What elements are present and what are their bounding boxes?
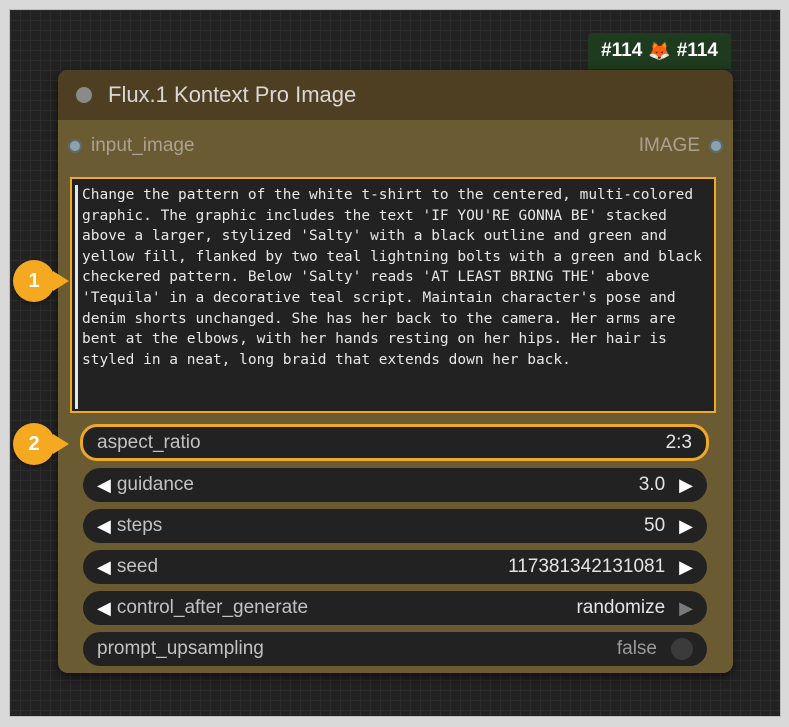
prompt-textarea[interactable]: Change the pattern of the white t-shirt … — [70, 177, 716, 413]
node-title: Flux.1 Kontext Pro Image — [108, 82, 357, 107]
aspect-ratio-label: aspect_ratio — [97, 431, 201, 453]
guidance-value: 3.0 — [638, 474, 666, 495]
output-slot-dot-icon[interactable] — [709, 139, 723, 153]
seed-decrement-icon[interactable]: ◀ — [97, 557, 111, 578]
node-id-left: #114 — [601, 40, 643, 61]
prompt-upsampling-value: false — [616, 638, 657, 659]
callout-2: 2 — [13, 423, 69, 465]
input-slot-dot-icon[interactable] — [68, 139, 82, 153]
node-header[interactable]: Flux.1 Kontext Pro Image — [58, 70, 733, 120]
seed-label: seed — [116, 556, 159, 577]
output-slot-label: IMAGE — [638, 135, 700, 156]
collapse-dot-icon[interactable] — [76, 87, 92, 103]
node-id-badge: #114 🦊 #114 — [588, 33, 731, 69]
node-id-right: #114 — [676, 40, 718, 61]
guidance-decrement-icon[interactable]: ◀ — [97, 475, 111, 496]
callout-1: 1 — [13, 260, 69, 302]
flux-kontext-node[interactable]: Flux.1 Kontext Pro Image input_image IMA… — [58, 70, 733, 673]
aspect-ratio-value: 2:3 — [665, 431, 692, 453]
toggle-knob-icon[interactable] — [671, 638, 693, 660]
steps-decrement-icon[interactable]: ◀ — [97, 516, 111, 537]
control-after-generate-label: control_after_generate — [116, 597, 309, 618]
prompt-upsampling-toggle[interactable]: prompt_upsampling false — [83, 632, 707, 666]
guidance-label: guidance — [116, 474, 194, 495]
callout-2-number: 2 — [28, 432, 40, 455]
steps-number[interactable]: ◀ steps 50 ▶ — [83, 509, 707, 543]
control-prev-icon[interactable]: ◀ — [97, 598, 111, 619]
steps-increment-icon[interactable]: ▶ — [679, 516, 693, 537]
seed-number[interactable]: ◀ seed 117381342131081 ▶ — [83, 550, 707, 584]
callout-1-number: 1 — [28, 269, 40, 292]
aspect-ratio-combo[interactable]: aspect_ratio 2:3 — [80, 424, 709, 461]
guidance-increment-icon[interactable]: ▶ — [679, 475, 693, 496]
seed-value: 117381342131081 — [508, 556, 666, 577]
control-after-generate-combo[interactable]: ◀ control_after_generate randomize ▶ — [83, 591, 707, 625]
input-slot[interactable]: input_image — [68, 135, 195, 157]
input-slot-label: input_image — [91, 135, 195, 156]
slot-row: input_image IMAGE — [58, 130, 733, 162]
output-slot[interactable]: IMAGE — [639, 135, 723, 157]
steps-value: 50 — [644, 515, 666, 536]
steps-label: steps — [116, 515, 163, 536]
prompt-text: Change the pattern of the white t-shirt … — [82, 187, 711, 368]
seed-increment-icon[interactable]: ▶ — [679, 557, 693, 578]
fox-icon: 🦊 — [648, 40, 671, 61]
prompt-upsampling-label: prompt_upsampling — [97, 638, 264, 659]
guidance-number[interactable]: ◀ guidance 3.0 ▶ — [83, 468, 707, 502]
control-after-generate-value: randomize — [576, 597, 666, 618]
control-next-icon[interactable]: ▶ — [679, 598, 693, 619]
